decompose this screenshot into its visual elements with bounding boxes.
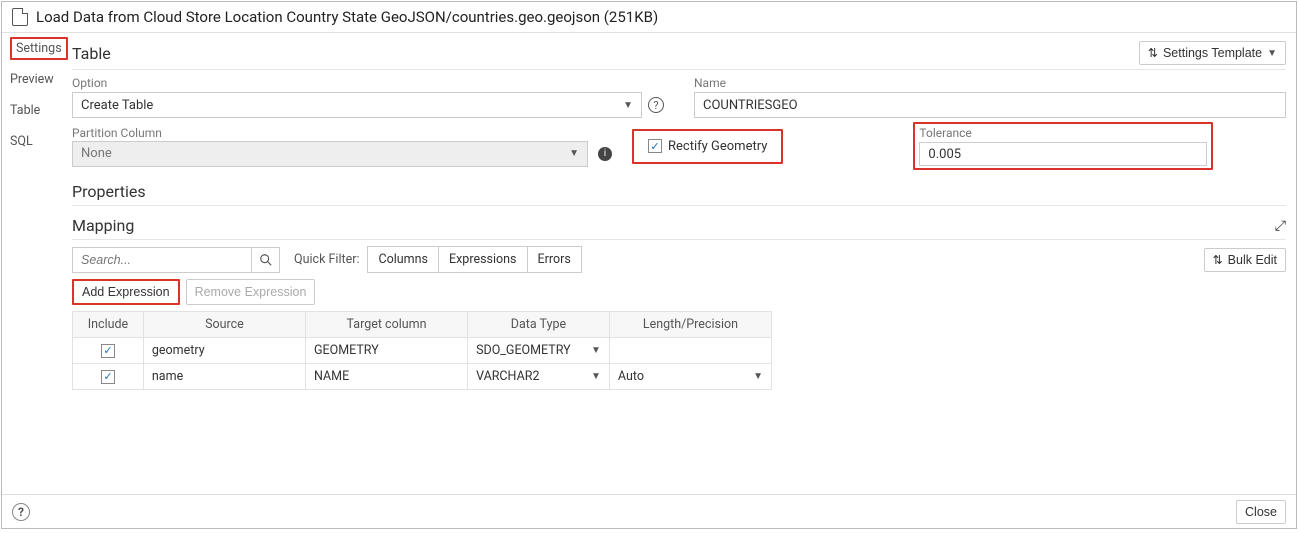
name-input[interactable]: COUNTRIESGEO bbox=[694, 92, 1286, 118]
cell-target: GEOMETRY bbox=[305, 338, 467, 364]
name-value: COUNTRIESGEO bbox=[703, 98, 798, 113]
section-properties-title: Properties bbox=[72, 182, 146, 201]
tab-table[interactable]: Table bbox=[6, 101, 58, 120]
main-panel: Table Settings Template ▼ Option Create … bbox=[62, 33, 1296, 494]
info-icon[interactable]: i bbox=[598, 147, 612, 161]
tolerance-highlight: Tolerance 0.005 bbox=[913, 122, 1213, 170]
chevron-down-icon: ▼ bbox=[569, 148, 579, 159]
rectify-label: Rectify Geometry bbox=[668, 139, 767, 154]
option-label: Option bbox=[72, 76, 664, 90]
chevron-down-icon: ▼ bbox=[1267, 48, 1277, 59]
rectify-highlight: Rectify Geometry bbox=[632, 129, 783, 164]
dialog-header: Load Data from Cloud Store Location Coun… bbox=[2, 2, 1296, 33]
cell-target: NAME bbox=[305, 364, 467, 390]
mapping-table: Include Source Target column Data Type L… bbox=[72, 311, 772, 390]
filter-columns[interactable]: Columns bbox=[367, 246, 439, 273]
cell-length bbox=[609, 338, 771, 364]
tolerance-value: 0.005 bbox=[928, 147, 961, 162]
help-icon[interactable]: ? bbox=[648, 97, 664, 113]
sliders-icon bbox=[1213, 253, 1223, 267]
table-row[interactable]: geometry GEOMETRY SDO_GEOMETRY▼ bbox=[73, 338, 772, 364]
tolerance-label: Tolerance bbox=[919, 126, 1207, 140]
tolerance-input[interactable]: 0.005 bbox=[919, 142, 1207, 166]
table-row[interactable]: name NAME VARCHAR2▼ Auto▼ bbox=[73, 364, 772, 390]
chevron-down-icon: ▼ bbox=[623, 100, 633, 111]
col-target: Target column bbox=[305, 312, 467, 338]
chevron-down-icon: ▼ bbox=[591, 345, 601, 356]
tab-preview[interactable]: Preview bbox=[6, 70, 58, 89]
search-button[interactable] bbox=[252, 247, 280, 273]
settings-template-label: Settings Template bbox=[1163, 46, 1262, 60]
rectify-checkbox[interactable] bbox=[648, 139, 662, 153]
search-icon bbox=[259, 253, 273, 267]
search-input[interactable] bbox=[72, 247, 252, 273]
col-datatype: Data Type bbox=[468, 312, 610, 338]
include-checkbox[interactable] bbox=[101, 344, 115, 358]
tab-settings[interactable]: Settings bbox=[6, 39, 58, 58]
option-select[interactable]: Create Table ▼ bbox=[72, 92, 642, 118]
name-label: Name bbox=[694, 76, 1286, 90]
mapping-toolbar: Quick Filter: Columns Expressions Errors… bbox=[72, 246, 1286, 273]
bulk-edit-label: Bulk Edit bbox=[1228, 253, 1277, 267]
expand-icon[interactable]: ⤢ bbox=[1275, 218, 1286, 234]
section-mapping-title: Mapping bbox=[72, 216, 134, 235]
section-table-title: Table bbox=[72, 44, 111, 63]
filter-expressions[interactable]: Expressions bbox=[439, 246, 528, 273]
sliders-icon bbox=[1148, 46, 1158, 60]
add-expression-highlight: Add Expression bbox=[72, 279, 180, 305]
include-checkbox[interactable] bbox=[101, 370, 115, 384]
partition-label: Partition Column bbox=[72, 126, 162, 140]
dialog-title: Load Data from Cloud Store Location Coun… bbox=[36, 8, 658, 26]
left-tabs: Settings Preview Table SQL bbox=[2, 33, 62, 494]
cell-source: name bbox=[143, 364, 305, 390]
partition-select[interactable]: None ▼ bbox=[72, 141, 588, 167]
chevron-down-icon: ▼ bbox=[753, 371, 763, 382]
file-icon bbox=[12, 8, 28, 26]
option-value: Create Table bbox=[81, 98, 153, 113]
settings-template-button[interactable]: Settings Template ▼ bbox=[1139, 41, 1286, 65]
add-expression-button[interactable]: Add Expression bbox=[74, 281, 178, 303]
section-table-header: Table Settings Template ▼ bbox=[72, 37, 1286, 70]
help-button[interactable]: ? bbox=[12, 503, 30, 521]
remove-expression-button[interactable]: Remove Expression bbox=[186, 279, 316, 305]
add-expression-label: Add Expression bbox=[82, 285, 170, 299]
remove-expression-label: Remove Expression bbox=[195, 285, 307, 299]
filter-errors[interactable]: Errors bbox=[528, 246, 582, 273]
cell-datatype[interactable]: VARCHAR2▼ bbox=[468, 364, 610, 390]
cell-datatype[interactable]: SDO_GEOMETRY▼ bbox=[468, 338, 610, 364]
section-properties-header: Properties bbox=[72, 178, 1286, 206]
col-source: Source bbox=[143, 312, 305, 338]
col-include: Include bbox=[73, 312, 144, 338]
cell-length[interactable]: Auto▼ bbox=[609, 364, 771, 390]
tab-settings-label: Settings bbox=[10, 37, 68, 60]
tab-sql[interactable]: SQL bbox=[6, 132, 58, 151]
cell-source: geometry bbox=[143, 338, 305, 364]
partition-value: None bbox=[81, 146, 112, 161]
col-length: Length/Precision bbox=[609, 312, 771, 338]
close-button[interactable]: Close bbox=[1236, 500, 1286, 524]
bulk-edit-button[interactable]: Bulk Edit bbox=[1204, 248, 1286, 272]
close-label: Close bbox=[1245, 505, 1277, 519]
dialog-footer: ? Close bbox=[2, 494, 1296, 528]
section-mapping-header: Mapping ⤢ bbox=[72, 212, 1286, 240]
chevron-down-icon: ▼ bbox=[591, 371, 601, 382]
quick-filter-label: Quick Filter: bbox=[294, 252, 359, 267]
